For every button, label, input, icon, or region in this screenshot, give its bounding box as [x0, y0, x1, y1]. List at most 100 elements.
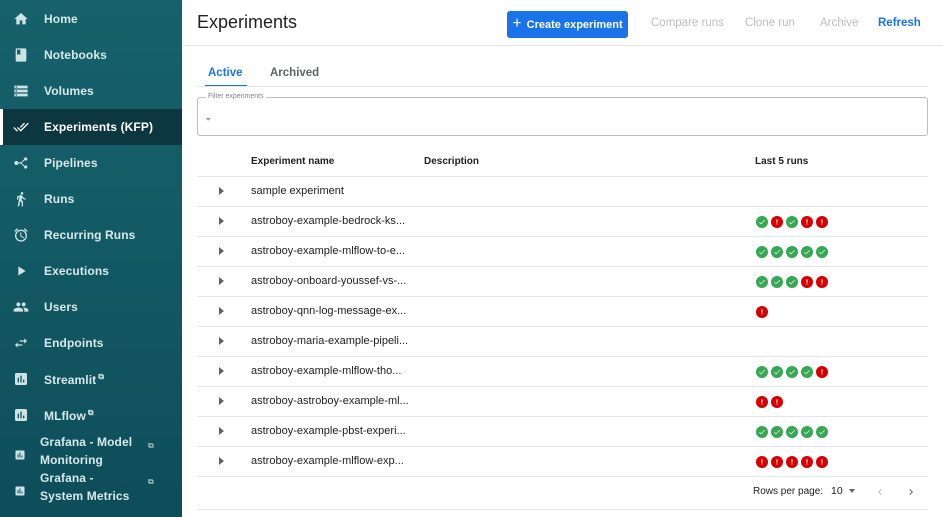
- success-status-icon[interactable]: [756, 426, 768, 438]
- experiment-name-link[interactable]: astroboy-example-mlflow-tho...: [251, 365, 401, 377]
- tab-archived[interactable]: Archived: [270, 67, 319, 79]
- rows-per-page-label: Rows per page:: [753, 486, 824, 497]
- experiment-name-link[interactable]: astroboy-example-mlflow-to-e...: [251, 245, 405, 257]
- sidebar-item-users[interactable]: Users: [0, 289, 182, 325]
- success-status-icon[interactable]: [786, 426, 798, 438]
- archive-button[interactable]: Archive: [820, 17, 858, 29]
- expand-row-icon[interactable]: [219, 247, 224, 255]
- success-status-icon[interactable]: [801, 246, 813, 258]
- success-status-icon[interactable]: [816, 246, 828, 258]
- error-status-icon[interactable]: [801, 216, 813, 228]
- sidebar-item-label: Experiments (KFP): [44, 120, 154, 134]
- expand-row-icon[interactable]: [219, 457, 224, 465]
- error-status-icon[interactable]: [771, 216, 783, 228]
- refresh-button[interactable]: Refresh: [878, 17, 921, 29]
- error-status-icon[interactable]: [816, 216, 828, 228]
- success-status-icon[interactable]: [801, 366, 813, 378]
- expand-row-icon[interactable]: [219, 367, 224, 375]
- table-row[interactable]: astroboy-maria-example-pipeli...: [197, 327, 928, 357]
- expand-row-icon[interactable]: [219, 307, 224, 315]
- table-row[interactable]: sample experiment: [197, 177, 928, 207]
- table-row[interactable]: astroboy-qnn-log-message-ex...: [197, 297, 928, 327]
- expand-row-icon[interactable]: [219, 427, 224, 435]
- sidebar-item-volumes[interactable]: Volumes: [0, 73, 182, 109]
- success-status-icon[interactable]: [771, 276, 783, 288]
- bar-chart-icon: [12, 483, 28, 499]
- error-status-icon[interactable]: [771, 456, 783, 468]
- tab-active[interactable]: Active: [208, 67, 243, 79]
- error-status-icon[interactable]: [801, 276, 813, 288]
- success-status-icon[interactable]: [756, 366, 768, 378]
- sidebar-item-home[interactable]: Home: [0, 1, 182, 37]
- experiment-name-link[interactable]: astroboy-example-bedrock-ks...: [251, 215, 405, 227]
- error-status-icon[interactable]: [756, 396, 768, 408]
- sidebar-item-notebooks[interactable]: Notebooks: [0, 37, 182, 73]
- success-status-icon[interactable]: [771, 426, 783, 438]
- success-status-icon[interactable]: [756, 246, 768, 258]
- success-status-icon[interactable]: [801, 426, 813, 438]
- success-status-icon[interactable]: [771, 366, 783, 378]
- success-status-icon[interactable]: [756, 216, 768, 228]
- experiment-name-link[interactable]: astroboy-qnn-log-message-ex...: [251, 305, 406, 317]
- sidebar-item-executions[interactable]: Executions: [0, 253, 182, 289]
- table-row[interactable]: astroboy-example-mlflow-exp...: [197, 447, 928, 477]
- sidebar-item-grafana-model-monitoring[interactable]: Grafana - Model Monitoring ⧉: [0, 433, 182, 469]
- success-status-icon[interactable]: [786, 366, 798, 378]
- sidebar-item-pipelines[interactable]: Pipelines: [0, 145, 182, 181]
- last-runs-statuses: [756, 396, 783, 408]
- sidebar-item-grafana-system-metrics[interactable]: Grafana - System Metrics ⧉: [0, 469, 182, 505]
- sidebar-item-label: Runs: [44, 192, 75, 206]
- success-status-icon[interactable]: [816, 426, 828, 438]
- table-row[interactable]: astroboy-example-pbst-experi...: [197, 417, 928, 447]
- experiment-name-link[interactable]: astroboy-example-pbst-experi...: [251, 425, 406, 437]
- experiment-name-link[interactable]: astroboy-example-mlflow-exp...: [251, 455, 404, 467]
- experiment-name-link[interactable]: astroboy-astroboy-example-ml...: [251, 395, 409, 407]
- sidebar-item-endpoints[interactable]: Endpoints: [0, 325, 182, 361]
- column-header-description[interactable]: Description: [424, 156, 479, 167]
- expand-row-icon[interactable]: [219, 337, 224, 345]
- error-status-icon[interactable]: [756, 306, 768, 318]
- table-row[interactable]: astroboy-onboard-youssef-vs-...: [197, 267, 928, 297]
- error-status-icon[interactable]: [816, 366, 828, 378]
- success-status-icon[interactable]: [786, 276, 798, 288]
- error-status-icon[interactable]: [816, 456, 828, 468]
- success-status-icon[interactable]: [756, 276, 768, 288]
- sidebar-item-runs[interactable]: Runs: [0, 181, 182, 217]
- last-runs-statuses: [756, 276, 828, 288]
- sidebar-item-label: Endpoints: [44, 336, 104, 350]
- experiment-name-link[interactable]: sample experiment: [251, 185, 344, 197]
- error-status-icon[interactable]: [786, 456, 798, 468]
- filter-experiments-input[interactable]: Filter experiments ⏷: [197, 93, 928, 136]
- rows-per-page-select[interactable]: 10: [831, 485, 855, 497]
- external-link-icon: ⧉: [98, 371, 105, 381]
- create-experiment-button[interactable]: + Create experiment: [507, 11, 628, 38]
- error-status-icon[interactable]: [756, 456, 768, 468]
- error-status-icon[interactable]: [816, 276, 828, 288]
- next-page-button[interactable]: [904, 484, 918, 500]
- experiment-name-link[interactable]: astroboy-maria-example-pipeli...: [251, 335, 408, 347]
- expand-row-icon[interactable]: [219, 187, 224, 195]
- success-status-icon[interactable]: [786, 216, 798, 228]
- compare-runs-button[interactable]: Compare runs: [651, 17, 724, 29]
- error-status-icon[interactable]: [771, 396, 783, 408]
- success-status-icon[interactable]: [771, 246, 783, 258]
- clone-run-button[interactable]: Clone run: [745, 17, 795, 29]
- sidebar-item-experiments[interactable]: Experiments (KFP): [0, 109, 182, 145]
- table-row[interactable]: astroboy-example-mlflow-to-e...: [197, 237, 928, 267]
- error-status-icon[interactable]: [801, 456, 813, 468]
- expand-row-icon[interactable]: [219, 277, 224, 285]
- sidebar-item-label: Grafana - Model Monitoring: [40, 435, 133, 467]
- table-row[interactable]: astroboy-astroboy-example-ml...: [197, 387, 928, 417]
- success-status-icon[interactable]: [786, 246, 798, 258]
- previous-page-button[interactable]: [873, 484, 887, 500]
- table-row[interactable]: astroboy-example-mlflow-tho...: [197, 357, 928, 387]
- expand-row-icon[interactable]: [219, 397, 224, 405]
- experiment-name-link[interactable]: astroboy-onboard-youssef-vs-...: [251, 275, 406, 287]
- sidebar-item-recurring-runs[interactable]: Recurring Runs: [0, 217, 182, 253]
- table-row[interactable]: astroboy-example-bedrock-ks...: [197, 207, 928, 237]
- sidebar-item-mlflow[interactable]: MLflow ⧉: [0, 397, 182, 433]
- rows-per-page-value: 10: [831, 485, 843, 497]
- sidebar-item-streamlit[interactable]: Streamlit ⧉: [0, 361, 182, 397]
- expand-row-icon[interactable]: [219, 217, 224, 225]
- column-header-name[interactable]: Experiment name: [251, 156, 334, 167]
